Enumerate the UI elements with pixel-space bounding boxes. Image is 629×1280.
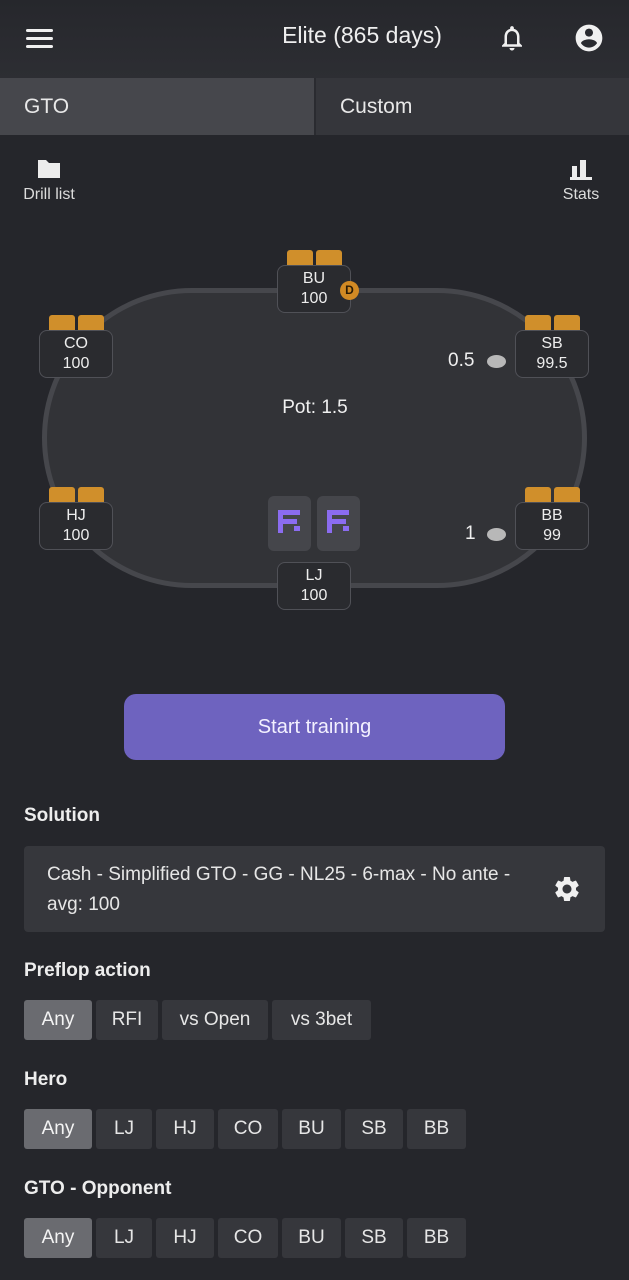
seat-stack: 100 — [62, 527, 90, 544]
start-training-button[interactable]: Start training — [124, 694, 505, 760]
sb-bet-amount: 0.5 — [448, 350, 475, 371]
top-app-bar: Elite (865 days) — [0, 0, 629, 78]
app-root: Elite (865 days) GTO Custom Drill list S… — [0, 0, 629, 1280]
hero-option-any[interactable]: Any — [24, 1109, 92, 1149]
brand-logo-icon — [327, 510, 349, 533]
preflop-action-options: Any RFI vs Open vs 3bet — [24, 1000, 371, 1040]
seat-co: CO 100 — [39, 330, 113, 378]
dealer-button: D — [340, 281, 359, 300]
preflop-option-vs-open[interactable]: vs Open — [162, 1000, 268, 1040]
hero-card-back — [268, 496, 311, 551]
brand-logo-icon — [278, 510, 300, 533]
hero-option-bu[interactable]: BU — [282, 1109, 341, 1149]
hero-option-hj[interactable]: HJ — [156, 1109, 214, 1149]
solution-heading: Solution — [24, 805, 100, 826]
opponent-option-lj[interactable]: LJ — [96, 1218, 152, 1258]
bb-bet-amount: 1 — [465, 523, 476, 544]
bb-chip-icon — [487, 528, 506, 541]
folder-icon — [38, 160, 60, 178]
seat-stack: 99.5 — [536, 355, 568, 372]
seat-sb: SB 99.5 — [515, 330, 589, 378]
seat-name: BU — [302, 270, 326, 287]
tab-gto[interactable]: GTO — [0, 78, 314, 135]
seat-name: HJ — [66, 507, 86, 524]
drill-list-button[interactable]: Drill list — [18, 158, 80, 204]
mode-tabs: GTO Custom — [0, 78, 629, 135]
hero-option-co[interactable]: CO — [218, 1109, 278, 1149]
preflop-option-rfi[interactable]: RFI — [96, 1000, 158, 1040]
stats-button[interactable]: Stats — [556, 158, 606, 204]
seat-lj: LJ 100 — [277, 562, 351, 610]
opponent-option-sb[interactable]: SB — [345, 1218, 403, 1258]
opponent-option-bu[interactable]: BU — [282, 1218, 341, 1258]
drill-list-label: Drill list — [23, 186, 75, 203]
gear-icon[interactable] — [552, 874, 582, 904]
hero-option-lj[interactable]: LJ — [96, 1109, 152, 1149]
bell-icon[interactable] — [497, 22, 527, 54]
seat-name: SB — [541, 335, 563, 352]
opponent-options: Any LJ HJ CO BU SB BB — [24, 1218, 466, 1258]
solution-value: Cash - Simplified GTO - GG - NL25 - 6-ma… — [47, 864, 511, 915]
stats-label: Stats — [562, 186, 600, 203]
seat-name: BB — [541, 507, 563, 524]
hero-option-sb[interactable]: SB — [345, 1109, 403, 1149]
hero-heading: Hero — [24, 1069, 68, 1090]
poker-table — [42, 288, 587, 588]
preflop-option-any[interactable]: Any — [24, 1000, 92, 1040]
opponent-option-any[interactable]: Any — [24, 1218, 92, 1258]
account-circle-icon[interactable] — [573, 22, 605, 54]
seat-bb: BB 99 — [515, 502, 589, 550]
hero-card-back — [317, 496, 360, 551]
sb-chip-icon — [487, 355, 506, 368]
tab-custom[interactable]: Custom — [314, 78, 629, 135]
seat-stack: 100 — [300, 587, 328, 604]
solution-selector[interactable]: Cash - Simplified GTO - GG - NL25 - 6-ma… — [24, 846, 605, 932]
seat-name: CO — [64, 335, 88, 352]
hero-option-bb[interactable]: BB — [407, 1109, 466, 1149]
subscription-title: Elite (865 days) — [282, 22, 442, 48]
hero-options: Any LJ HJ CO BU SB BB — [24, 1109, 466, 1149]
seat-stack: 100 — [62, 355, 90, 372]
pot-label: Pot: 1.5 — [282, 397, 348, 418]
opponent-option-hj[interactable]: HJ — [156, 1218, 214, 1258]
seat-name: LJ — [305, 567, 323, 584]
seat-stack: 99 — [543, 527, 561, 544]
preflop-action-heading: Preflop action — [24, 960, 151, 981]
preflop-option-vs-3bet[interactable]: vs 3bet — [272, 1000, 371, 1040]
opponent-option-co[interactable]: CO — [218, 1218, 278, 1258]
bar-chart-icon — [570, 160, 592, 180]
seat-hj: HJ 100 — [39, 502, 113, 550]
opponent-heading: GTO - Opponent — [24, 1178, 172, 1199]
opponent-option-bb[interactable]: BB — [407, 1218, 466, 1258]
